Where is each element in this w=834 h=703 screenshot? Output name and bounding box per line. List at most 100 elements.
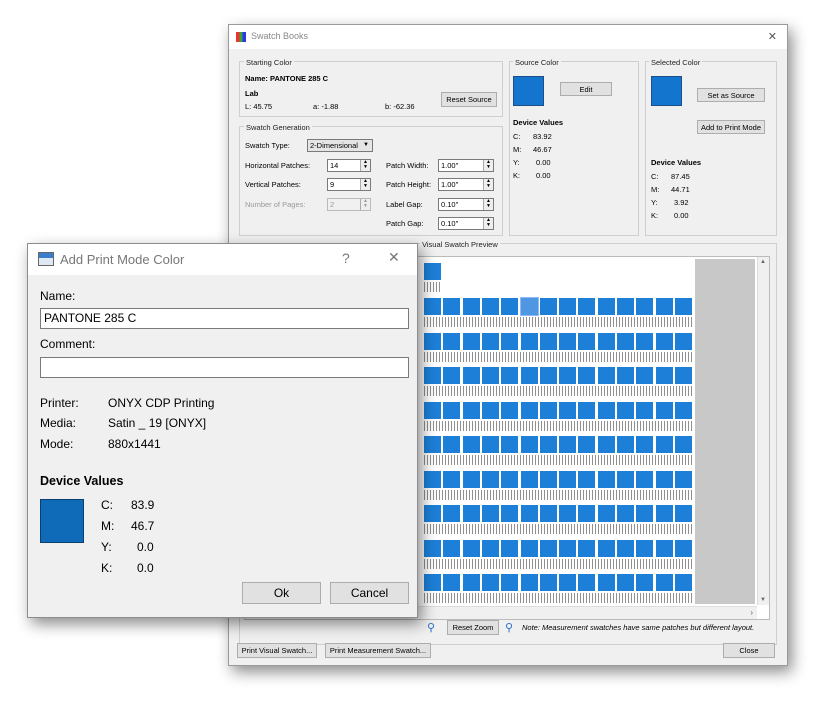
name-field[interactable]: PANTONE 285 C bbox=[40, 308, 409, 329]
swatch-patch[interactable] bbox=[578, 298, 596, 315]
swatch-patch[interactable] bbox=[520, 470, 538, 488]
swatch-patch[interactable] bbox=[424, 263, 441, 280]
swatch-patch[interactable] bbox=[501, 470, 519, 488]
swatch-patch[interactable] bbox=[559, 332, 577, 350]
swatch-patch[interactable] bbox=[481, 436, 499, 453]
swatch-patch[interactable] bbox=[655, 539, 673, 557]
swatch-patch[interactable] bbox=[597, 298, 615, 315]
swatch-patch[interactable] bbox=[443, 401, 461, 419]
swatch-type-select[interactable]: 2-Dimensional ▼ bbox=[307, 139, 373, 152]
swatch-patch[interactable] bbox=[636, 436, 654, 453]
swatch-patch[interactable] bbox=[597, 332, 615, 350]
swatch-patch[interactable] bbox=[462, 436, 480, 453]
swatch-patch[interactable] bbox=[443, 539, 461, 557]
swatch-patch[interactable] bbox=[424, 298, 441, 315]
swatch-patch[interactable] bbox=[424, 470, 441, 488]
swatch-patch[interactable] bbox=[539, 539, 557, 557]
print-measurement-swatch-button[interactable]: Print Measurement Swatch... bbox=[325, 643, 431, 658]
swatch-patch[interactable] bbox=[539, 505, 557, 522]
edit-button[interactable]: Edit bbox=[560, 82, 612, 96]
scroll-down-icon[interactable]: ▼ bbox=[760, 597, 766, 603]
swatch-patch[interactable] bbox=[617, 367, 634, 384]
swatch-patch[interactable] bbox=[481, 367, 499, 384]
spin-arrows-icon[interactable]: ▲ ▼ bbox=[483, 179, 493, 190]
swatch-patch[interactable] bbox=[462, 574, 480, 591]
swatch-patch[interactable] bbox=[559, 574, 577, 591]
swatch-patch[interactable] bbox=[597, 401, 615, 419]
swatch-patch[interactable] bbox=[501, 436, 519, 453]
swatch-patch[interactable] bbox=[597, 470, 615, 488]
swatch-patch[interactable] bbox=[674, 574, 692, 591]
swatch-patch[interactable] bbox=[559, 436, 577, 453]
swatch-patch[interactable] bbox=[520, 539, 538, 557]
add-to-print-mode-button[interactable]: Add to Print Mode bbox=[697, 120, 765, 134]
swatch-patch[interactable] bbox=[520, 332, 538, 350]
swatch-patch[interactable] bbox=[559, 505, 577, 522]
swatch-patch[interactable] bbox=[578, 332, 596, 350]
close-icon[interactable]: ✕ bbox=[388, 249, 400, 266]
swatch-patch[interactable] bbox=[462, 367, 480, 384]
comment-field[interactable] bbox=[40, 357, 409, 378]
swatch-patch[interactable] bbox=[520, 436, 538, 453]
swatch-patch[interactable] bbox=[617, 298, 634, 315]
swatch-patch[interactable] bbox=[674, 298, 692, 315]
swatch-patch[interactable] bbox=[539, 367, 557, 384]
swatch-patch[interactable] bbox=[539, 332, 557, 350]
help-icon[interactable]: ? bbox=[342, 250, 350, 266]
swatch-patch[interactable] bbox=[636, 505, 654, 522]
horizontal-patches-spinbox[interactable]: 14 ▲ ▼ bbox=[327, 159, 371, 172]
swatch-patch[interactable] bbox=[443, 298, 461, 315]
swatch-patch[interactable] bbox=[655, 436, 673, 453]
swatch-patch[interactable] bbox=[424, 367, 441, 384]
swatch-patch[interactable] bbox=[597, 367, 615, 384]
reset-source-button[interactable]: Reset Source bbox=[441, 92, 497, 107]
spin-arrows-icon[interactable]: ▲ ▼ bbox=[360, 160, 370, 171]
swatch-patch[interactable] bbox=[424, 574, 441, 591]
swatch-patch[interactable] bbox=[617, 470, 634, 488]
swatch-patch[interactable] bbox=[636, 401, 654, 419]
swatch-patch[interactable] bbox=[559, 298, 577, 315]
set-as-source-button[interactable]: Set as Source bbox=[697, 88, 765, 102]
swatch-patch[interactable] bbox=[501, 332, 519, 350]
swatch-patch[interactable] bbox=[539, 298, 557, 315]
swatch-patch[interactable] bbox=[655, 470, 673, 488]
swatch-patch[interactable] bbox=[655, 574, 673, 591]
swatch-patch[interactable] bbox=[462, 401, 480, 419]
swatch-patch[interactable] bbox=[617, 401, 634, 419]
spin-arrows-icon[interactable]: ▲ ▼ bbox=[360, 179, 370, 190]
swatch-patch[interactable] bbox=[539, 401, 557, 419]
swatch-patch[interactable] bbox=[519, 297, 539, 316]
swatch-patch[interactable] bbox=[674, 470, 692, 488]
zoom-out-icon[interactable]: ⚲ bbox=[427, 621, 435, 634]
swatch-patch[interactable] bbox=[501, 367, 519, 384]
swatch-patch[interactable] bbox=[655, 332, 673, 350]
swatch-patch[interactable] bbox=[674, 505, 692, 522]
swatch-patch[interactable] bbox=[501, 298, 519, 315]
swatch-patch[interactable] bbox=[617, 574, 634, 591]
vertical-patches-spinbox[interactable]: 9 ▲ ▼ bbox=[327, 178, 371, 191]
swatch-patch[interactable] bbox=[597, 539, 615, 557]
swatch-patch[interactable] bbox=[674, 401, 692, 419]
patch-gap-spinbox[interactable]: 0.10" ▲ ▼ bbox=[438, 217, 494, 230]
swatch-patch[interactable] bbox=[597, 505, 615, 522]
swatch-patch[interactable] bbox=[424, 539, 441, 557]
swatch-patch[interactable] bbox=[501, 539, 519, 557]
spin-arrows-icon[interactable]: ▲ ▼ bbox=[483, 218, 493, 229]
swatch-patch[interactable] bbox=[578, 436, 596, 453]
ok-button[interactable]: Ok bbox=[242, 582, 321, 604]
swatch-patch[interactable] bbox=[501, 574, 519, 591]
swatch-patch[interactable] bbox=[578, 505, 596, 522]
swatch-patch[interactable] bbox=[617, 539, 634, 557]
swatch-patch[interactable] bbox=[501, 505, 519, 522]
swatch-patch[interactable] bbox=[559, 367, 577, 384]
swatch-patch[interactable] bbox=[481, 332, 499, 350]
swatch-patch[interactable] bbox=[655, 401, 673, 419]
scroll-up-icon[interactable]: ▲ bbox=[760, 259, 766, 265]
patch-width-spinbox[interactable]: 1.00" ▲ ▼ bbox=[438, 159, 494, 172]
swatch-patch[interactable] bbox=[443, 367, 461, 384]
swatch-patch[interactable] bbox=[481, 401, 499, 419]
swatch-patch[interactable] bbox=[597, 574, 615, 591]
swatch-patch[interactable] bbox=[674, 367, 692, 384]
swatch-patch[interactable] bbox=[578, 539, 596, 557]
swatch-patch[interactable] bbox=[636, 298, 654, 315]
